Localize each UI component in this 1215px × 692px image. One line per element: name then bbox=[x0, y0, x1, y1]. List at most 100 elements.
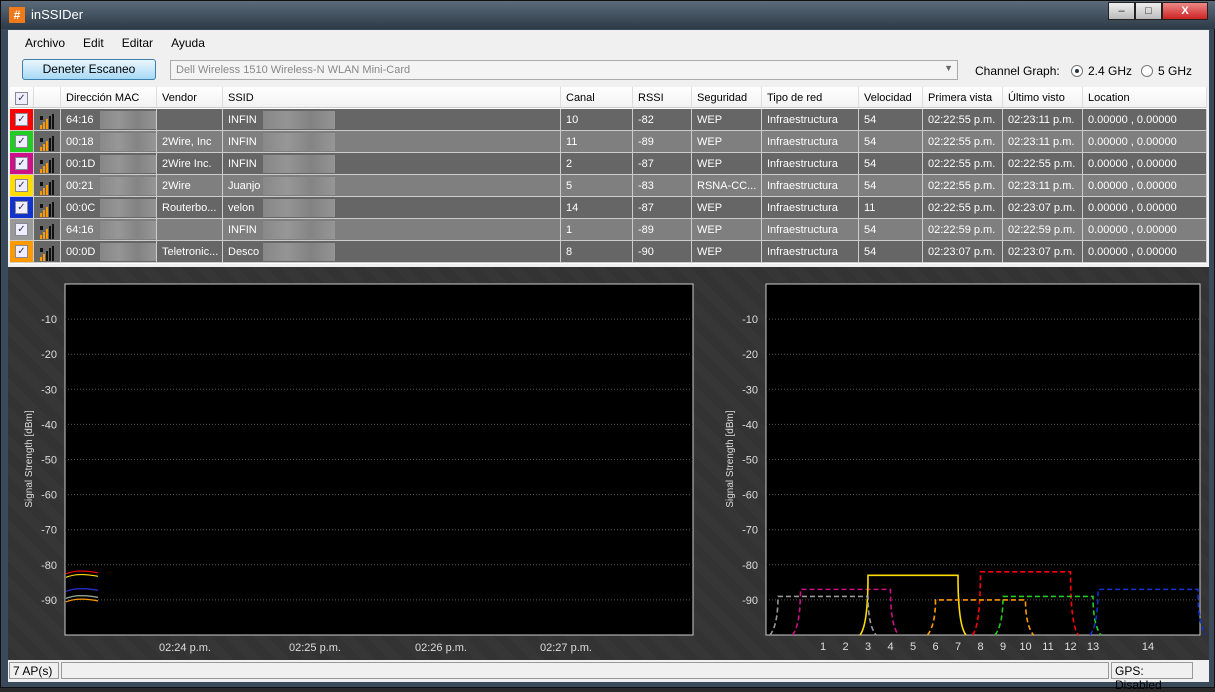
cell-tipo: Infraestructura bbox=[762, 175, 859, 197]
cell-tipo: Infraestructura bbox=[762, 131, 859, 153]
x-tick-label: 7 bbox=[955, 641, 961, 653]
cell-ultimo: 02:23:11 p.m. bbox=[1003, 175, 1083, 197]
signal-bars-icon bbox=[34, 109, 61, 131]
column-header-1[interactable] bbox=[34, 87, 61, 108]
close-button[interactable]: X bbox=[1162, 2, 1208, 20]
cell-tipo: Infraestructura bbox=[762, 219, 859, 241]
y-tick-label: -70 bbox=[41, 525, 57, 537]
x-tick-label: 6 bbox=[932, 641, 938, 653]
cell-loc: 0.00000 , 0.00000 bbox=[1083, 109, 1207, 131]
title-bar: # inSSIDer – □ X bbox=[1, 1, 1215, 29]
table-row[interactable]: ✓ 00:18 2Wire, Inc INFIN 11 -89 WEP Infraestruc… bbox=[10, 131, 1207, 153]
stop-scan-button[interactable]: Deneter Escaneo bbox=[22, 59, 156, 80]
table-row[interactable]: ✓ 00:0C Routerbo... velon 14 -87 WEP Infraestru… bbox=[10, 197, 1207, 219]
table-row[interactable]: ✓ 00:0D Teletronic... Desco 8 -90 WEP Infraestr… bbox=[10, 241, 1207, 263]
column-header-0[interactable]: ✓ bbox=[10, 87, 34, 108]
redacted-block bbox=[100, 199, 156, 217]
cell-primera: 02:22:55 p.m. bbox=[923, 109, 1003, 131]
column-header-7[interactable]: Seguridad bbox=[692, 87, 762, 108]
cell-vendor: 2Wire, Inc bbox=[157, 131, 223, 153]
ap-count: 7 AP(s) bbox=[9, 662, 59, 679]
signal-bars-icon bbox=[34, 219, 61, 241]
redacted-block bbox=[263, 199, 335, 217]
table-row[interactable]: ✓ 00:1D 2Wire Inc. INFIN 2 -87 WEP Infraestruct… bbox=[10, 153, 1207, 175]
cell-loc: 0.00000 , 0.00000 bbox=[1083, 197, 1207, 219]
app-window: # inSSIDer – □ X Archivo Edit Editar Ayu… bbox=[0, 0, 1215, 692]
y-tick-label: -40 bbox=[742, 419, 758, 431]
radio-24ghz[interactable]: 2.4 GHz bbox=[1071, 64, 1132, 78]
column-header-12[interactable]: Location bbox=[1083, 87, 1207, 108]
redacted-block bbox=[100, 221, 156, 239]
column-header-9[interactable]: Velocidad bbox=[859, 87, 923, 108]
adapter-value: Dell Wireless 1510 Wireless-N WLAN Mini-… bbox=[176, 64, 411, 76]
column-header-3[interactable]: Vendor bbox=[157, 87, 223, 108]
cell-canal: 1 bbox=[561, 219, 633, 241]
row-checkbox[interactable]: ✓ bbox=[15, 223, 28, 236]
y-tick-label: -70 bbox=[742, 525, 758, 537]
column-header-10[interactable]: Primera vista bbox=[923, 87, 1003, 108]
radio-24ghz-label: 2.4 GHz bbox=[1088, 64, 1133, 78]
row-checkbox[interactable]: ✓ bbox=[15, 201, 28, 214]
y-tick-label: -30 bbox=[742, 384, 758, 396]
y-tick-label: -50 bbox=[41, 455, 57, 467]
y-tick-label: -30 bbox=[41, 384, 57, 396]
menu-edit[interactable]: Edit bbox=[74, 30, 113, 54]
minimize-button[interactable]: – bbox=[1108, 2, 1135, 20]
column-header-2[interactable]: Dirección MAC bbox=[61, 87, 157, 108]
redacted-block bbox=[263, 221, 335, 239]
radio-5ghz[interactable]: 5 GHz bbox=[1141, 64, 1192, 78]
cell-canal: 10 bbox=[561, 109, 633, 131]
gps-status: GPS: Disabled bbox=[1111, 662, 1193, 692]
cell-seg: WEP bbox=[692, 109, 762, 131]
cell-vendor: Teletronic... bbox=[157, 241, 223, 263]
cell-primera: 02:23:07 p.m. bbox=[923, 241, 1003, 263]
cell-canal: 8 bbox=[561, 241, 633, 263]
table-row[interactable]: ✓ 64:16 INFIN 1 -89 WEP Infraestructura 54 02:22… bbox=[10, 219, 1207, 241]
row-checkbox[interactable]: ✓ bbox=[15, 135, 28, 148]
cell-ultimo: 02:23:07 p.m. bbox=[1003, 241, 1083, 263]
column-header-5[interactable]: Canal bbox=[561, 87, 633, 108]
x-tick-label: 02:27 p.m. bbox=[540, 642, 592, 654]
menu-editar[interactable]: Editar bbox=[113, 30, 162, 54]
cell-vendor bbox=[157, 109, 223, 131]
redacted-block bbox=[263, 133, 335, 151]
cell-tipo: Infraestructura bbox=[762, 241, 859, 263]
cell-vel: 54 bbox=[859, 175, 923, 197]
cell-loc: 0.00000 , 0.00000 bbox=[1083, 219, 1207, 241]
column-header-4[interactable]: SSID bbox=[223, 87, 561, 108]
row-checkbox[interactable]: ✓ bbox=[15, 157, 28, 170]
cell-rssi: -90 bbox=[633, 241, 692, 263]
redacted-block bbox=[100, 243, 156, 261]
select-all-checkbox[interactable]: ✓ bbox=[15, 92, 28, 105]
column-header-8[interactable]: Tipo de red bbox=[762, 87, 859, 108]
column-header-11[interactable]: Último visto bbox=[1003, 87, 1083, 108]
plot-area bbox=[64, 283, 694, 636]
column-header-6[interactable]: RSSI bbox=[633, 87, 692, 108]
row-checkbox[interactable]: ✓ bbox=[15, 179, 28, 192]
signal-bars-icon bbox=[34, 153, 61, 175]
menu-archivo[interactable]: Archivo bbox=[16, 30, 74, 54]
row-checkbox[interactable]: ✓ bbox=[15, 245, 28, 258]
cell-vendor bbox=[157, 219, 223, 241]
x-tick-label: 10 bbox=[1019, 641, 1031, 653]
cell-seg: WEP bbox=[692, 197, 762, 219]
row-color-swatch: ✓ bbox=[10, 219, 34, 241]
channel-graph-label: Channel Graph: bbox=[975, 64, 1060, 78]
table-row[interactable]: ✓ 64:16 INFIN 10 -82 WEP Infraestructura 54 02:2… bbox=[10, 109, 1207, 131]
adapter-select[interactable]: Dell Wireless 1510 Wireless-N WLAN Mini-… bbox=[170, 60, 958, 80]
cell-vel: 54 bbox=[859, 219, 923, 241]
maximize-button[interactable]: □ bbox=[1135, 2, 1162, 20]
cell-canal: 5 bbox=[561, 175, 633, 197]
cell-seg: WEP bbox=[692, 153, 762, 175]
cell-tipo: Infraestructura bbox=[762, 197, 859, 219]
cell-tipo: Infraestructura bbox=[762, 109, 859, 131]
cell-loc: 0.00000 , 0.00000 bbox=[1083, 241, 1207, 263]
menu-ayuda[interactable]: Ayuda bbox=[162, 30, 214, 54]
cell-vendor: 2Wire bbox=[157, 175, 223, 197]
cell-vel: 54 bbox=[859, 109, 923, 131]
cell-seg: WEP bbox=[692, 241, 762, 263]
row-checkbox[interactable]: ✓ bbox=[15, 113, 28, 126]
y-tick-label: -90 bbox=[742, 595, 758, 607]
table-row[interactable]: ✓ 00:21 2Wire Juanjo 5 -83 RSNA-CC... Infraestr… bbox=[10, 175, 1207, 197]
x-tick-label: 11 bbox=[1042, 641, 1053, 653]
